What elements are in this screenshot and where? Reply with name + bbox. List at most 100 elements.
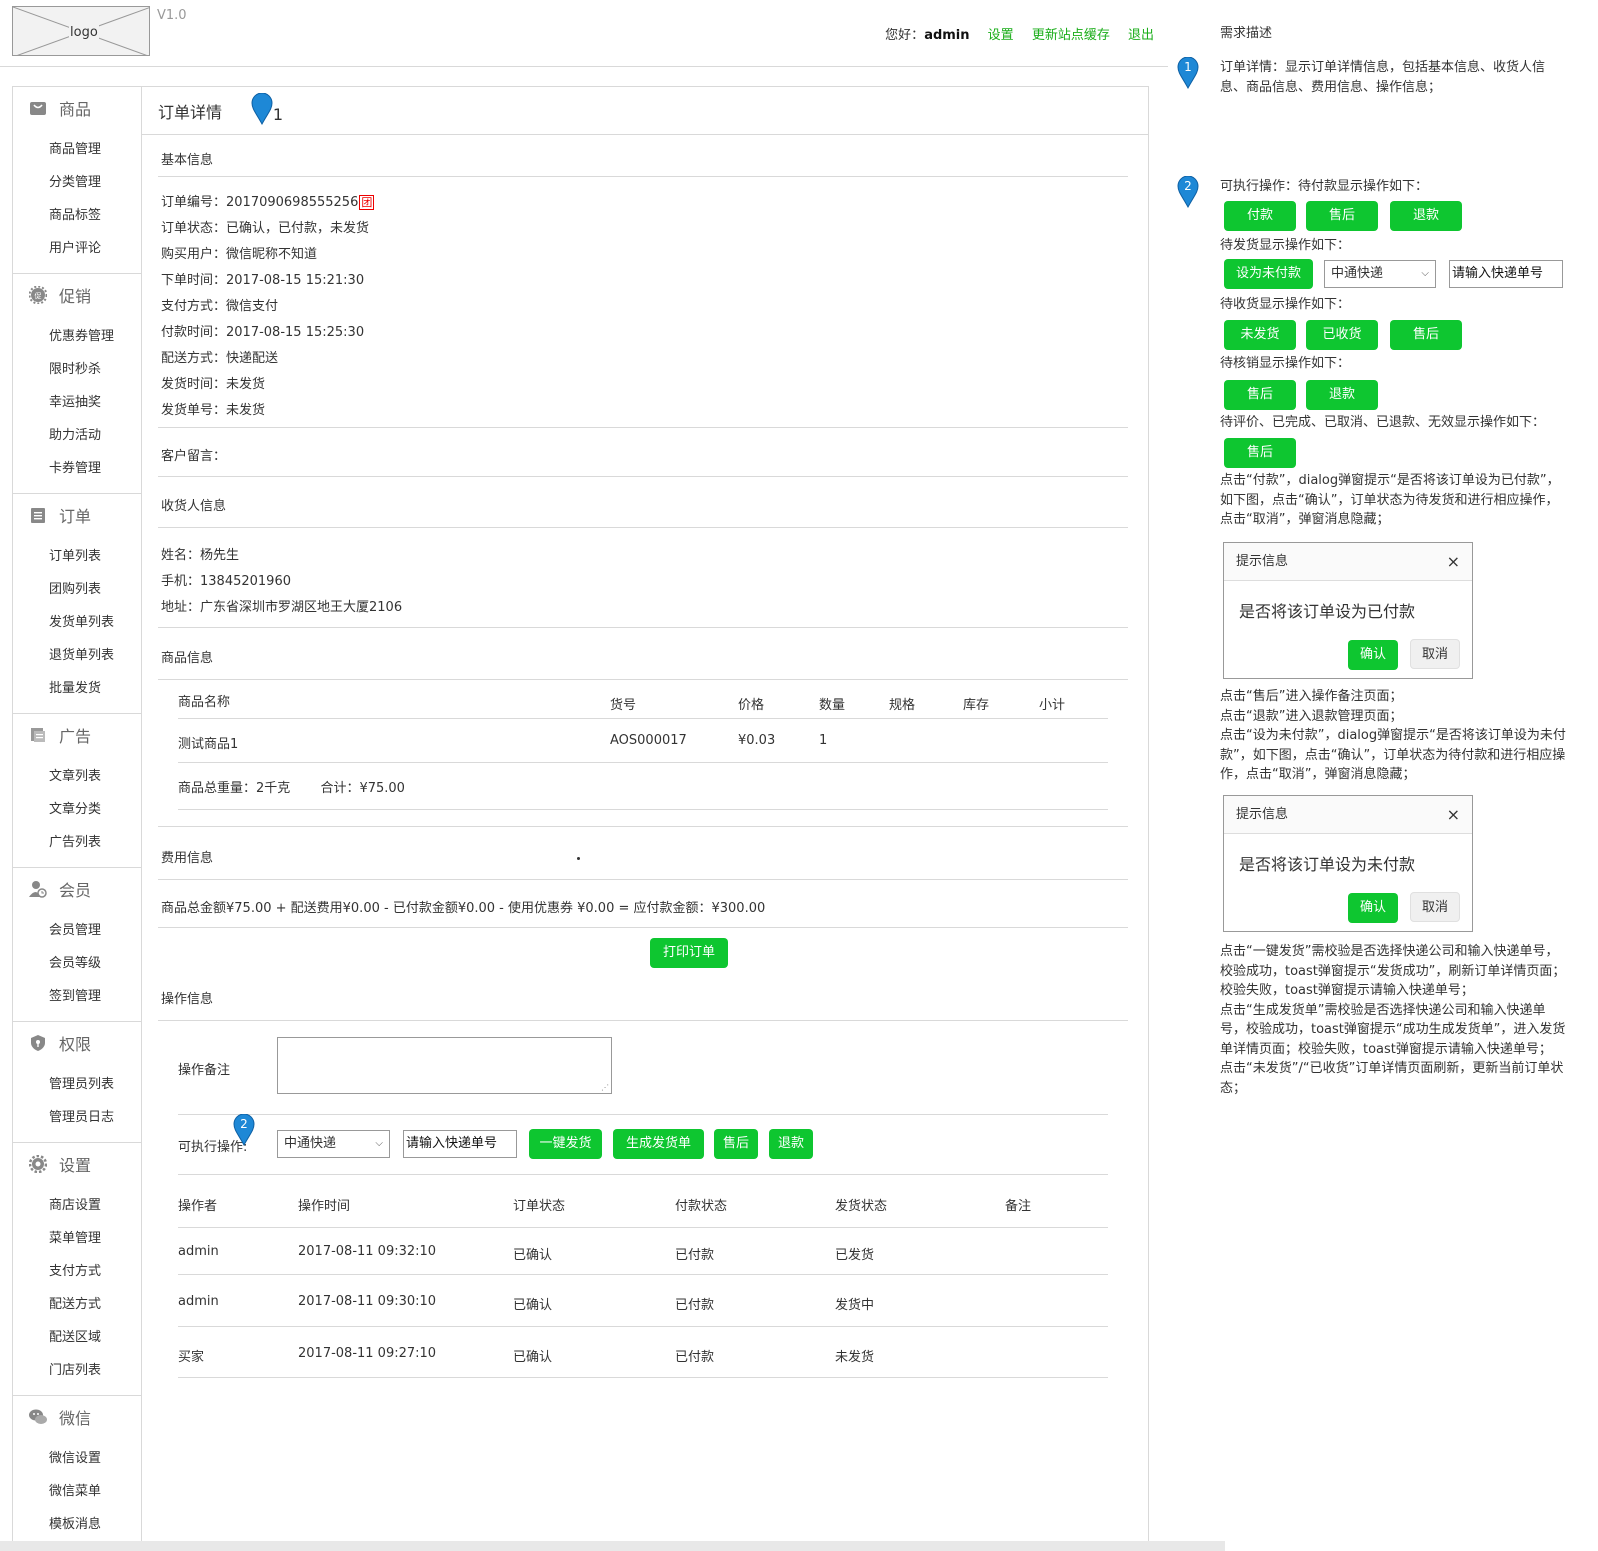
username: admin [924,28,970,43]
sidebar-item[interactable]: 团购列表 [13,573,141,606]
sidebar-item[interactable]: 会员管理 [13,914,141,947]
basic-info-row: 支付方式：微信支付 [161,295,278,314]
refund-button[interactable]: 退款 [769,1129,813,1159]
remark-textarea[interactable]: ⋰ [277,1037,612,1094]
sidebar-item[interactable]: 广告列表 [13,826,141,859]
logo-text: logo [69,25,99,40]
sidebar-item[interactable]: 管理员列表 [13,1068,141,1101]
after-sales-button-receive[interactable]: 售后 [1390,320,1462,350]
sidebar-item[interactable]: 幸运抽奖 [13,386,141,419]
sidebar-group-header[interactable]: 会员 [13,868,141,914]
tracking-number-input[interactable]: 请输入快递单号 [403,1130,517,1158]
logout-link[interactable]: 退出 [1128,28,1154,43]
pay-button[interactable]: 付款 [1224,201,1296,231]
sidebar-item[interactable]: 文章分类 [13,793,141,826]
dialog-title: 提示信息 [1236,807,1289,822]
not-shipped-button[interactable]: 未发货 [1224,320,1296,350]
sidebar-item[interactable]: 订单列表 [13,540,141,573]
received-button[interactable]: 已收货 [1306,320,1378,350]
sidebar-item[interactable]: 助力活动 [13,419,141,452]
after-sales-button[interactable]: 售后 [714,1129,758,1159]
shipping-notes: 点击“一键发货”需校验是否选择快递公司和输入快递单号，校验成功，toast弹窗提… [1220,944,1566,1096]
close-icon[interactable]: × [1447,796,1460,834]
after-sales-button-unpaid[interactable]: 售后 [1306,201,1378,231]
sidebar-item[interactable]: 微信菜单 [13,1475,141,1508]
basic-info-row: 发货单号：未发货 [161,399,265,418]
refund-button-verify[interactable]: 退款 [1306,380,1378,410]
info-label: 配送方式： [161,351,227,366]
horizontal-scrollbar[interactable] [0,1541,1225,1551]
refresh-cache-link[interactable]: 更新站点缓存 [1032,28,1110,43]
sidebar-item[interactable]: 发货单列表 [13,606,141,639]
sidebar-item[interactable]: 菜单管理 [13,1222,141,1255]
dialog-confirm-button[interactable]: 确认 [1348,640,1398,670]
sidebar-group-header[interactable]: 设置 [13,1143,141,1189]
remark-label: 操作备注 [178,1063,231,1078]
basic-info-row: 订单状态：已确认，已付款，未发货 [161,217,369,236]
express-select-desc[interactable]: 中通快递 ⌵ [1324,260,1436,288]
close-icon[interactable]: × [1447,543,1460,581]
sidebar-item[interactable]: 批量发货 [13,672,141,705]
weight-label: 商品总重量： [178,781,257,796]
sidebar-item[interactable]: 微信设置 [13,1442,141,1475]
one-click-ship-button[interactable]: 一键发货 [529,1129,602,1159]
settings-link[interactable]: 设置 [988,28,1014,43]
refund-button-unpaid[interactable]: 退款 [1390,201,1462,231]
tracking-input-desc[interactable]: 请输入快递单号 [1449,260,1563,288]
sidebar-item[interactable]: 分类管理 [13,166,141,199]
dialog-cancel-button[interactable]: 取消 [1410,639,1460,669]
express-select-value: 中通快递 [284,1136,337,1151]
sidebar-item[interactable]: 支付方式 [13,1255,141,1288]
dialog-cancel-button[interactable]: 取消 [1410,892,1460,922]
after-sales-button-others[interactable]: 售后 [1224,438,1296,468]
sidebar-item[interactable]: 商店设置 [13,1189,141,1222]
page-title: 订单详情 [158,103,223,122]
create-shipment-button[interactable]: 生成发货单 [613,1129,704,1159]
sidebar-item[interactable]: 模板消息 [13,1508,141,1541]
sidebar-item[interactable]: 限时秒杀 [13,353,141,386]
basic-info-row: 发货时间：未发货 [161,373,265,392]
print-order-button[interactable]: 打印订单 [650,938,728,968]
divider [178,1274,1108,1275]
after-sales-button-verify[interactable]: 售后 [1224,380,1296,410]
sidebar-group-header[interactable]: 商品 [13,87,141,133]
sidebar-item[interactable]: 文章列表 [13,760,141,793]
set-unpaid-button[interactable]: 设为未付款 [1224,259,1313,289]
sidebar-group-header[interactable]: 权限 [13,1022,141,1068]
resize-handle-icon[interactable]: ⋰ [601,1083,609,1092]
log-cell: admin [178,1244,219,1259]
log-cell: 2017-08-11 09:30:10 [298,1294,437,1309]
sidebar: 商品 商品管理 分类管理 商品标签 用户评论促 促销 优惠券管理 限时秒杀 幸运抽奖 助力活动 卡券… [12,86,142,1551]
dialog-header: 提示信息 × [1224,543,1472,581]
sidebar-item[interactable]: 优惠券管理 [13,320,141,353]
sidebar-item[interactable]: 配送方式 [13,1288,141,1321]
sidebar-group: 权限 管理员列表 管理员日志 [13,1022,141,1143]
sidebar-item[interactable]: 会员等级 [13,947,141,980]
sidebar-item[interactable]: 用户评论 [13,232,141,265]
express-company-select[interactable]: 中通快递 ⌵ [277,1130,390,1158]
pin-1-number: 1 [272,105,284,124]
dialog-confirm-button[interactable]: 确认 [1348,893,1398,923]
sidebar-item[interactable]: 配送区域 [13,1321,141,1354]
log-column-header: 操作时间 [298,1199,351,1214]
annotation-pin-2: 2 [233,1113,255,1147]
sidebar-item[interactable]: 商品管理 [13,133,141,166]
pin-2-number: 2 [240,1117,248,1131]
sidebar-group-header[interactable]: 微信 [13,1396,141,1442]
greeting-text: 您好： [885,28,925,43]
requirement-1-text: 订单详情：显示订单详情信息，包括基本信息、收货人信息、商品信息、费用信息、操作信… [1220,60,1546,95]
sidebar-group-header[interactable]: 促 促销 [13,274,141,320]
sidebar-item[interactable]: 管理员日志 [13,1101,141,1134]
sidebar-item[interactable]: 门店列表 [13,1354,141,1387]
sidebar-item[interactable]: 卡券管理 [13,452,141,485]
goods-cell: AOS000017 [610,733,687,748]
total-label: 合计： [320,781,360,796]
sidebar-item[interactable]: 商品标签 [13,199,141,232]
sidebar-group-header[interactable]: 订单 [13,494,141,540]
sidebar-item[interactable]: 退货单列表 [13,639,141,672]
sidebar-item[interactable]: 签到管理 [13,980,141,1013]
goods-cell: 1 [819,733,828,748]
sidebar-group-header[interactable]: 广告 [13,714,141,760]
dialog-message: 是否将该订单设为已付款 [1239,602,1416,621]
log-cell: admin [178,1294,219,1309]
